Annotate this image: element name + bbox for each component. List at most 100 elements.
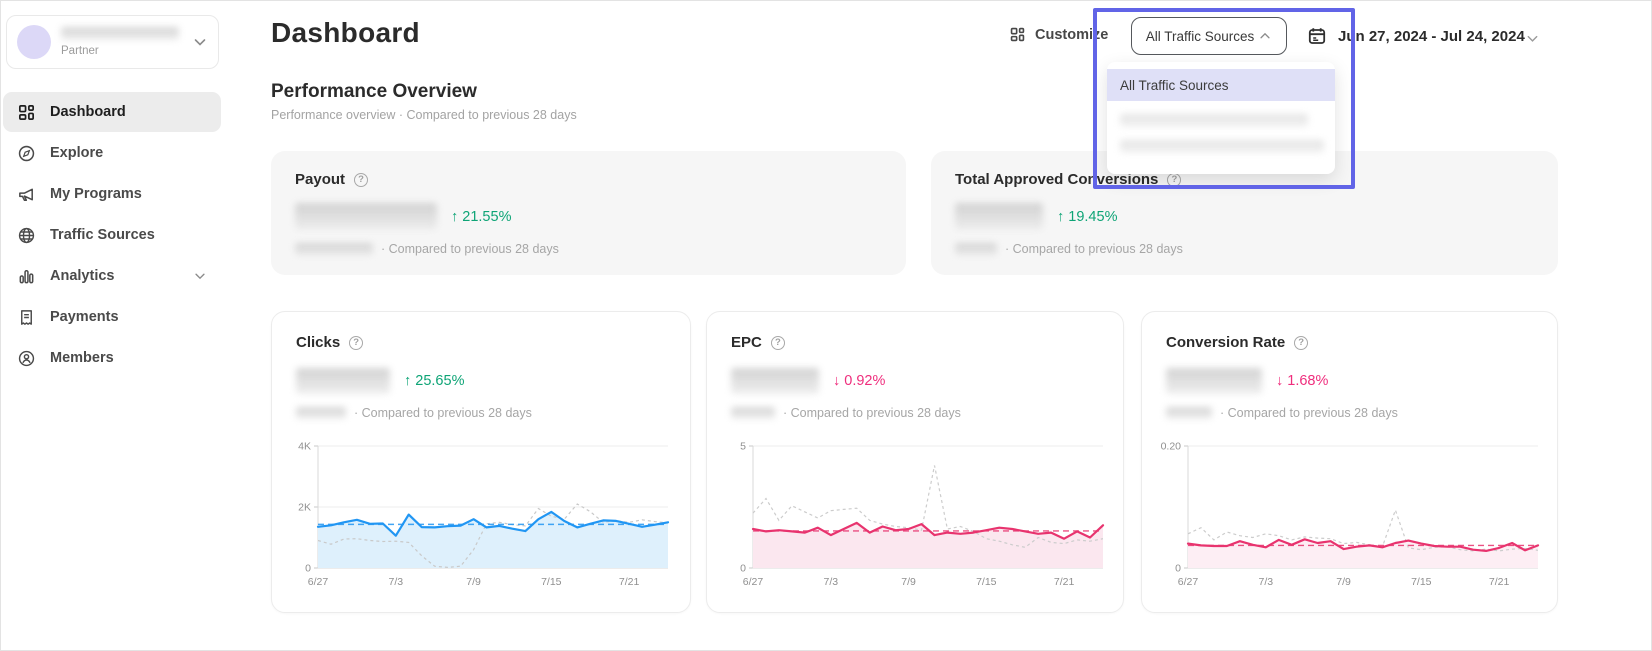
- sidebar-item-traffic-sources[interactable]: Traffic Sources: [3, 215, 221, 255]
- payout-value-redacted: [295, 203, 437, 230]
- svg-text:5: 5: [740, 441, 746, 453]
- sidebar-item-label: Payments: [50, 309, 119, 325]
- previous-value-redacted: [1166, 407, 1212, 419]
- chevron-down-icon: [193, 269, 207, 283]
- help-icon[interactable]: ?: [349, 336, 363, 350]
- clicks-value-redacted: [296, 368, 390, 394]
- delta-badge: ↓ 0.92%: [833, 373, 885, 389]
- delta-badge: ↓ 1.68%: [1276, 373, 1328, 389]
- svg-text:6/27: 6/27: [1178, 576, 1199, 588]
- help-icon[interactable]: ?: [1167, 173, 1181, 187]
- receipt-icon: [17, 308, 36, 327]
- date-range-picker[interactable]: Jun 27, 2024 - Jul 24, 2024: [1338, 28, 1525, 45]
- sidebar-item-payments[interactable]: Payments: [3, 297, 221, 337]
- calendar-icon[interactable]: [1307, 26, 1327, 46]
- sidebar-item-label: Members: [50, 350, 114, 366]
- epc-chart-card: EPC ? ↓ 0.92% · Compared to previous 28 …: [706, 311, 1124, 613]
- clicks-chart-card: Clicks ? ↑ 25.65% · Compared to previous…: [271, 311, 691, 613]
- svg-text:0: 0: [740, 563, 746, 575]
- dropdown-item-redacted[interactable]: [1120, 114, 1308, 127]
- section-title: Performance Overview: [271, 81, 477, 103]
- svg-text:7/3: 7/3: [388, 576, 403, 588]
- previous-value-redacted: [955, 243, 997, 256]
- sidebar-item-members[interactable]: Members: [3, 338, 221, 378]
- svg-text:7/9: 7/9: [901, 576, 916, 588]
- compare-text: · Compared to previous 28 days: [783, 406, 961, 420]
- customize-grid-icon: [1009, 26, 1026, 43]
- card-title: Payout: [295, 171, 345, 188]
- section-subtitle: Performance overview · Compared to previ…: [271, 108, 577, 122]
- svg-text:7/21: 7/21: [1054, 576, 1075, 588]
- svg-text:7/15: 7/15: [1411, 576, 1432, 588]
- clicks-line-chart: 02K4K6/277/37/97/157/21: [280, 434, 678, 594]
- traffic-sources-dropdown: All Traffic Sources: [1107, 62, 1335, 174]
- customize-button[interactable]: Customize: [1009, 26, 1108, 43]
- compare-text: · Compared to previous 28 days: [1005, 242, 1183, 256]
- delta-badge: ↑ 25.65%: [404, 373, 464, 389]
- svg-text:2K: 2K: [298, 502, 311, 514]
- svg-text:7/21: 7/21: [1489, 576, 1510, 588]
- chevron-up-icon: [1258, 29, 1272, 43]
- help-icon[interactable]: ?: [1294, 336, 1308, 350]
- svg-text:0.20: 0.20: [1161, 441, 1182, 453]
- conversion-rate-line-chart: 0 0.20 6/27 7/3 7/9 7/15 7/21: [1150, 434, 1548, 594]
- sidebar-item-my-programs[interactable]: My Programs: [3, 174, 221, 214]
- sidebar-item-label: Traffic Sources: [50, 227, 155, 243]
- compare-text: · Compared to previous 28 days: [354, 406, 532, 420]
- partner-selector[interactable]: Partner: [6, 15, 219, 69]
- conversion-rate-value-redacted: [1166, 368, 1262, 394]
- previous-value-redacted: [731, 407, 775, 419]
- previous-value-redacted: [295, 243, 373, 256]
- svg-text:7/9: 7/9: [1336, 576, 1351, 588]
- conversions-value-redacted: [955, 203, 1043, 230]
- dashboard-icon: [17, 103, 36, 122]
- sidebar-nav: Dashboard Explore My Programs Traffic So…: [3, 91, 221, 379]
- traffic-sources-filter-button[interactable]: All Traffic Sources: [1131, 17, 1287, 55]
- epc-line-chart: 0 5 6/27 7/3 7/9 7/15 7/21: [715, 434, 1113, 594]
- partner-type-label: Partner: [61, 45, 182, 57]
- compare-text: · Compared to previous 28 days: [381, 242, 559, 256]
- help-icon[interactable]: ?: [354, 173, 368, 187]
- svg-text:7/9: 7/9: [466, 576, 481, 588]
- person-icon: [17, 349, 36, 368]
- svg-text:7/3: 7/3: [1258, 576, 1273, 588]
- chevron-down-icon[interactable]: [1525, 31, 1540, 46]
- sidebar-item-analytics[interactable]: Analytics: [3, 256, 221, 296]
- delta-badge: ↑ 21.55%: [451, 209, 511, 225]
- page-title: Dashboard: [271, 17, 420, 49]
- globe-icon: [17, 226, 36, 245]
- customize-label: Customize: [1035, 27, 1108, 43]
- compare-text: · Compared to previous 28 days: [1220, 406, 1398, 420]
- sidebar-item-label: My Programs: [50, 186, 142, 202]
- svg-text:6/27: 6/27: [308, 576, 329, 588]
- avatar: [17, 25, 51, 59]
- svg-text:7/15: 7/15: [541, 576, 562, 588]
- svg-text:0: 0: [1175, 563, 1181, 575]
- compass-icon: [17, 144, 36, 163]
- sidebar-item-label: Explore: [50, 145, 103, 161]
- conversion-rate-chart-card: Conversion Rate ? ↓ 1.68% · Compared to …: [1141, 311, 1558, 613]
- sidebar-item-explore[interactable]: Explore: [3, 133, 221, 173]
- svg-text:7/15: 7/15: [976, 576, 997, 588]
- traffic-filter-label: All Traffic Sources: [1146, 29, 1255, 44]
- svg-text:6/27: 6/27: [743, 576, 764, 588]
- svg-text:7/21: 7/21: [619, 576, 640, 588]
- payout-card: Payout ? ↑ 21.55% · Compared to previous…: [271, 151, 906, 275]
- bar-chart-icon: [17, 267, 36, 286]
- dropdown-item-all-traffic-sources[interactable]: All Traffic Sources: [1107, 69, 1335, 101]
- dropdown-item-redacted[interactable]: [1120, 140, 1324, 153]
- previous-value-redacted: [296, 407, 346, 419]
- card-title: EPC: [731, 334, 762, 351]
- sidebar-item-label: Dashboard: [50, 104, 126, 120]
- card-title: Clicks: [296, 334, 340, 351]
- delta-badge: ↑ 19.45%: [1057, 209, 1117, 225]
- megaphone-icon: [17, 185, 36, 204]
- partner-name-redacted: [61, 27, 179, 40]
- help-icon[interactable]: ?: [771, 336, 785, 350]
- partner-meta: Partner: [61, 27, 182, 57]
- sidebar-item-dashboard[interactable]: Dashboard: [3, 92, 221, 132]
- chevron-down-icon: [192, 34, 208, 50]
- sidebar-item-label: Analytics: [50, 268, 114, 284]
- svg-text:4K: 4K: [298, 441, 311, 453]
- svg-text:7/3: 7/3: [823, 576, 838, 588]
